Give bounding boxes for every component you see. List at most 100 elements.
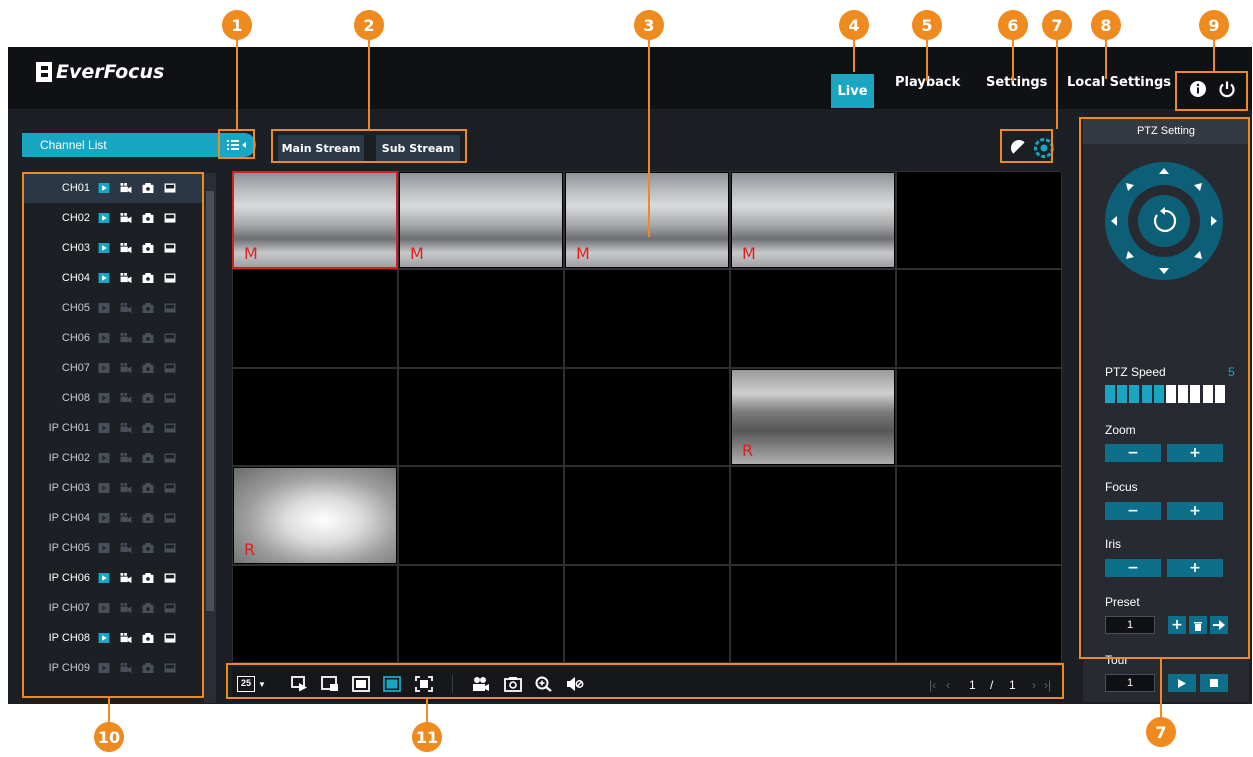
video-cell[interactable] — [398, 269, 564, 368]
live-view-icon[interactable] — [98, 543, 110, 553]
snapshot-icon[interactable] — [142, 273, 154, 283]
video-cell[interactable] — [564, 466, 730, 565]
snapshot-icon[interactable] — [142, 183, 154, 193]
playback-icon[interactable] — [164, 333, 176, 343]
record-icon[interactable] — [120, 303, 132, 313]
video-cell[interactable] — [730, 466, 896, 565]
video-cell[interactable] — [564, 367, 730, 467]
speed-segment[interactable] — [1117, 385, 1128, 403]
speed-segment[interactable] — [1105, 385, 1115, 403]
live-view-icon[interactable] — [98, 273, 110, 283]
preset-add-button[interactable]: + — [1168, 616, 1186, 634]
snapshot-icon[interactable] — [142, 513, 154, 523]
live-view-icon[interactable] — [98, 603, 110, 613]
snapshot-icon[interactable] — [142, 363, 154, 373]
zoom-in-button[interactable]: + — [1167, 444, 1223, 462]
channel-row[interactable]: CH05 — [24, 293, 204, 323]
record-icon[interactable] — [120, 423, 132, 433]
speed-segment[interactable] — [1166, 385, 1176, 403]
channel-row[interactable]: CH08 — [24, 383, 204, 413]
channel-row[interactable]: CH06 — [24, 323, 204, 353]
live-view-icon[interactable] — [98, 183, 110, 193]
digital-zoom-icon[interactable] — [535, 676, 553, 692]
channel-row[interactable]: IP CH04 — [24, 503, 204, 533]
record-icon[interactable] — [120, 453, 132, 463]
video-cell[interactable] — [232, 564, 398, 663]
camera-feed[interactable]: M — [232, 170, 398, 270]
channel-row[interactable]: IP CH01 — [24, 413, 204, 443]
live-view-icon[interactable] — [98, 393, 110, 403]
channel-row[interactable]: IP CH05 — [24, 533, 204, 563]
playback-icon[interactable] — [164, 513, 176, 523]
video-cell[interactable] — [896, 367, 1062, 467]
speed-segment[interactable] — [1129, 385, 1140, 403]
live-view-icon[interactable] — [98, 633, 110, 643]
playback-icon[interactable] — [164, 603, 176, 613]
record-icon[interactable] — [120, 573, 132, 583]
channel-list-scrollbar[interactable] — [204, 173, 216, 703]
video-cell[interactable] — [564, 564, 730, 663]
video-cell[interactable] — [896, 466, 1062, 565]
color-adjust-icon[interactable] — [1009, 138, 1029, 158]
nav-live[interactable]: Live — [831, 74, 874, 108]
speed-segment[interactable] — [1202, 385, 1213, 403]
live-view-icon[interactable] — [98, 213, 110, 223]
snapshot-icon[interactable] — [142, 663, 154, 673]
iris-minus-button[interactable]: − — [1105, 559, 1161, 577]
playback-icon[interactable] — [164, 453, 176, 463]
playback-icon[interactable] — [164, 663, 176, 673]
channel-list-header[interactable]: Channel List — [22, 133, 218, 157]
tour-stop-button[interactable] — [1200, 674, 1228, 692]
previous-screen-icon[interactable] — [321, 676, 339, 692]
aspect-ratio-icon[interactable] — [383, 676, 401, 692]
live-view-icon[interactable] — [98, 513, 110, 523]
layout-select[interactable]: 25 ▼ — [237, 676, 266, 692]
record-all-icon[interactable] — [472, 676, 490, 692]
snapshot-icon[interactable] — [142, 333, 154, 343]
live-view-icon[interactable] — [98, 663, 110, 673]
nav-settings[interactable]: Settings — [986, 75, 1047, 90]
video-cell[interactable] — [564, 269, 730, 368]
snapshot-icon[interactable] — [142, 603, 154, 613]
channel-row[interactable]: IP CH02 — [24, 443, 204, 473]
speed-segment[interactable] — [1178, 385, 1189, 403]
playback-icon[interactable] — [164, 483, 176, 493]
camera-feed[interactable]: M — [566, 173, 728, 268]
video-cell[interactable] — [730, 564, 896, 663]
snapshot-icon[interactable] — [142, 483, 154, 493]
video-cell[interactable] — [398, 564, 564, 663]
record-icon[interactable] — [120, 393, 132, 403]
record-icon[interactable] — [120, 213, 132, 223]
zoom-out-button[interactable]: − — [1105, 444, 1161, 462]
iris-plus-button[interactable]: + — [1167, 559, 1223, 577]
main-stream-button[interactable]: Main Stream — [278, 135, 364, 161]
record-icon[interactable] — [120, 603, 132, 613]
prev-page-icon[interactable]: ‹ — [946, 678, 950, 692]
sub-stream-button[interactable]: Sub Stream — [376, 135, 460, 161]
power-icon[interactable] — [1218, 80, 1236, 98]
sequence-play-icon[interactable] — [291, 676, 309, 692]
record-icon[interactable] — [120, 513, 132, 523]
preset-delete-button[interactable] — [1189, 616, 1207, 634]
snapshot-icon[interactable] — [142, 423, 154, 433]
playback-icon[interactable] — [164, 243, 176, 253]
playback-icon[interactable] — [164, 633, 176, 643]
speed-segment[interactable] — [1214, 385, 1225, 403]
record-icon[interactable] — [120, 273, 132, 283]
focus-plus-button[interactable]: + — [1167, 502, 1223, 520]
live-view-icon[interactable] — [98, 243, 110, 253]
video-cell[interactable] — [398, 466, 564, 565]
record-icon[interactable] — [120, 483, 132, 493]
snapshot-icon[interactable] — [142, 303, 154, 313]
single-view-icon[interactable] — [352, 676, 370, 692]
tour-input[interactable]: 1 — [1105, 674, 1155, 692]
camera-feed[interactable]: R — [234, 468, 396, 563]
snapshot-icon[interactable] — [142, 213, 154, 223]
camera-feed[interactable]: R — [732, 369, 894, 465]
tour-play-button[interactable] — [1168, 674, 1196, 692]
video-cell[interactable] — [730, 269, 896, 368]
video-cell[interactable] — [398, 367, 564, 467]
video-cell[interactable] — [896, 171, 1062, 270]
record-icon[interactable] — [120, 663, 132, 673]
snapshot-icon[interactable] — [142, 543, 154, 553]
